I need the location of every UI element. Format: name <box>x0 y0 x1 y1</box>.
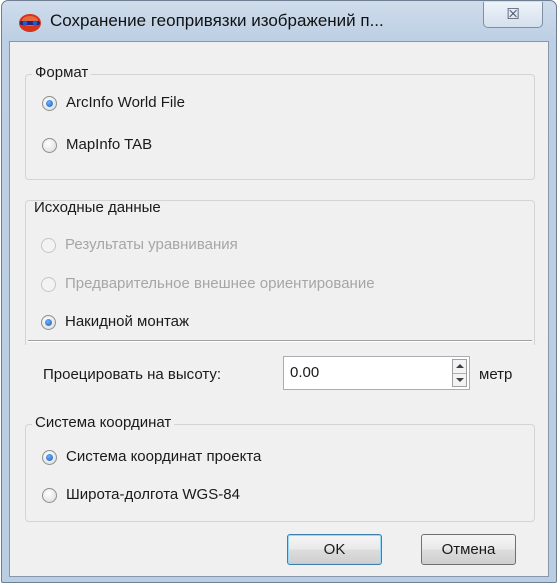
projection-height-label: Проецировать на высоту: <box>43 366 222 383</box>
radio-button[interactable] <box>42 138 57 153</box>
radio-label: MapInfo TAB <box>66 136 153 153</box>
format-group-title: Формат <box>32 64 92 81</box>
spin-up-icon[interactable] <box>453 360 466 374</box>
projection-height-input[interactable]: 0.00 <box>283 356 470 390</box>
app-logo-icon <box>19 14 41 32</box>
radio-label: Широта-долгота WGS-84 <box>66 486 240 503</box>
window-title: Сохранение геопривязки изображений п... <box>50 11 384 30</box>
title-bar[interactable]: Сохранение геопривязки изображений п... … <box>2 1 556 41</box>
format-group: Формат ArcInfo World File MapInfo TAB <box>25 64 535 180</box>
spin-down-icon[interactable] <box>453 374 466 387</box>
projection-height-value: 0.00 <box>290 364 320 381</box>
radio-label: Система координат проекта <box>66 448 262 465</box>
close-icon: ☒ <box>506 6 520 23</box>
dialog-body: Формат ArcInfo World File MapInfo TAB Ис… <box>9 41 549 577</box>
separator-line <box>28 340 532 342</box>
coordinate-system-group-title: Система координат <box>32 414 175 431</box>
projection-unit-label: метр <box>479 366 513 383</box>
cancel-button[interactable]: Отмена <box>421 534 516 565</box>
radio-label: ArcInfo World File <box>66 94 185 111</box>
coordinate-system-group: Система координат Система координат прое… <box>25 414 535 522</box>
radio-button[interactable] <box>42 488 57 503</box>
dialog-window: Сохранение геопривязки изображений п... … <box>1 0 557 583</box>
height-spinner[interactable] <box>452 359 467 387</box>
source-data-group-frame <box>25 200 535 345</box>
radio-button-checked[interactable] <box>42 450 57 465</box>
ok-button[interactable]: OK <box>287 534 382 565</box>
close-button[interactable]: ☒ <box>483 2 543 28</box>
radio-button-checked[interactable] <box>42 96 57 111</box>
